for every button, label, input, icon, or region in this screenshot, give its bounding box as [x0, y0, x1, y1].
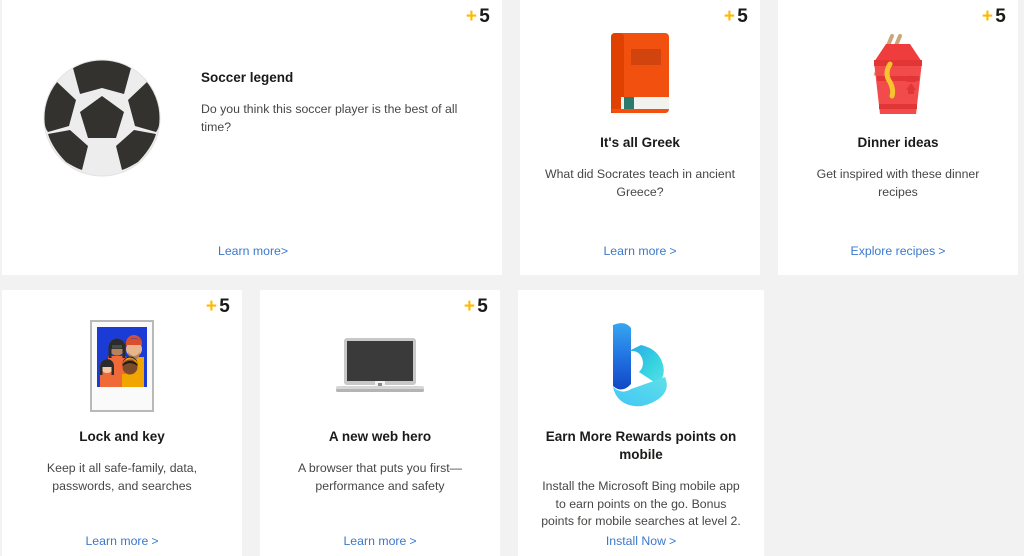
card-title: Earn More Rewards points on mobile: [545, 429, 737, 462]
orange-book-icon: [534, 26, 746, 122]
cta-label: Explore recipes: [850, 244, 936, 258]
card-description: Install the Microsoft Bing mobile app to…: [541, 479, 741, 528]
card-a-new-web-hero[interactable]: +5 A new web hero A browser that puts yo…: [260, 290, 500, 556]
chevron-right-icon: >: [669, 244, 677, 258]
badge-points-value: 5: [737, 6, 748, 27]
chevron-right-icon: >: [409, 534, 417, 548]
card-dinner-ideas[interactable]: +5 Dinner ideas Get inspired with these …: [778, 0, 1018, 275]
card-description: Do you think this soccer player is the b…: [201, 102, 458, 134]
card-description: What did Socrates teach in ancient Greec…: [544, 167, 736, 199]
card-earn-more-rewards-points-on-mobile[interactable]: Earn More Rewards points on mobile Insta…: [518, 290, 764, 556]
badge-plus-sign: +: [463, 296, 476, 317]
laptop-icon: [274, 316, 486, 416]
card-description: Keep it all safe-family, data, passwords…: [46, 461, 198, 493]
card-title: A new web hero: [328, 429, 432, 444]
badge-plus-sign: +: [465, 6, 478, 27]
card-title: Lock and key: [79, 429, 165, 444]
cta-label: Learn more: [343, 534, 407, 548]
card-lock-and-key[interactable]: +5 Lock and key Keep it all safe-family,…: [2, 290, 242, 556]
card-title: It's all Greek: [600, 135, 680, 150]
card-text-block: Soccer legend Do you think this soccer p…: [201, 68, 472, 136]
badge-points-value: 5: [219, 296, 230, 317]
rewards-card-grid: +5 Soccer legend Do you think this socce…: [0, 0, 1024, 556]
cta-label: Learn more: [603, 244, 667, 258]
learn-more-link[interactable]: Learn more>: [520, 243, 760, 260]
chevron-right-icon: >: [151, 534, 159, 548]
card-soccer-legend[interactable]: +5 Soccer legend Do you think this socce…: [2, 0, 502, 275]
empty-grid-cell: [778, 290, 1018, 556]
badge-plus-sign: +: [205, 296, 218, 317]
card-title: Dinner ideas: [857, 135, 939, 150]
learn-more-link[interactable]: Learn more>: [2, 533, 242, 550]
bing-logo-icon: [534, 318, 748, 416]
install-now-link[interactable]: Install Now >: [518, 533, 764, 550]
badge-points-value: 5: [479, 6, 490, 27]
card-title: Soccer legend: [201, 70, 294, 85]
badge-plus-sign: +: [981, 6, 994, 27]
points-badge: +5: [466, 4, 490, 30]
card-its-all-greek[interactable]: +5 It's all Greek What did Socrates teac…: [520, 0, 760, 275]
chevron-right-icon: >: [938, 244, 946, 258]
card-description: Get inspired with these dinner recipes: [816, 167, 980, 199]
cta-label: Learn more: [85, 534, 149, 548]
badge-points-value: 5: [477, 296, 488, 317]
cta-label: Install Now: [605, 534, 666, 548]
explore-recipes-link[interactable]: Explore recipes >: [778, 243, 1018, 260]
chevron-right-icon: >: [280, 244, 289, 258]
learn-more-link[interactable]: Learn more>: [218, 244, 288, 258]
soccer-ball-icon: [42, 58, 162, 178]
family-photo-icon: [16, 316, 228, 416]
chevron-right-icon: >: [668, 534, 677, 548]
badge-points-value: 5: [995, 6, 1006, 27]
learn-more-link[interactable]: Learn more>: [260, 533, 500, 550]
cta-label: Learn more: [218, 244, 281, 258]
card-description: A browser that puts you first—performanc…: [297, 461, 463, 493]
badge-plus-sign: +: [723, 6, 736, 27]
takeout-box-icon: [792, 26, 1004, 122]
